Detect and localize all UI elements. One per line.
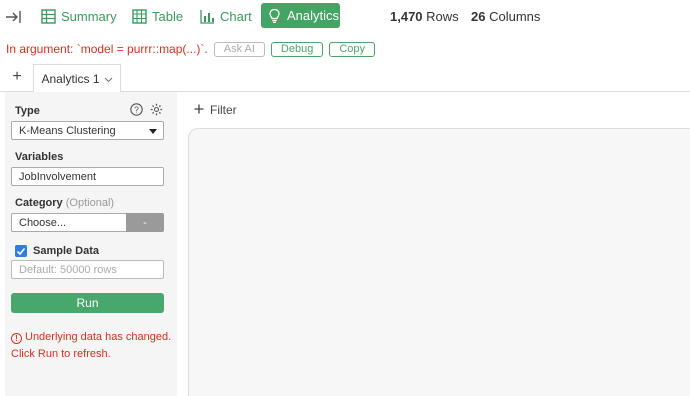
rows-count: 1,470 Rows	[390, 9, 459, 24]
debug-button[interactable]: Debug	[270, 41, 324, 57]
chart-view-button[interactable]: Chart	[193, 4, 258, 28]
result-canvas	[188, 128, 690, 396]
tab-label: Analytics 1	[41, 71, 100, 86]
chart-icon	[199, 8, 215, 24]
sample-size-input[interactable]: Default: 50000 rows	[11, 260, 164, 279]
table-view-button[interactable]: Table	[125, 4, 189, 28]
variables-field[interactable]: JobInvolvement	[11, 167, 164, 186]
analytics-label: Analytics	[287, 8, 340, 23]
svg-text:?: ?	[134, 105, 139, 115]
run-button[interactable]: Run	[11, 293, 164, 313]
plus-icon	[194, 103, 204, 117]
copy-button[interactable]: Copy	[329, 41, 376, 57]
columns-count: 26 Columns	[471, 9, 541, 24]
chevron-down-icon[interactable]	[104, 72, 113, 86]
type-label: Type	[15, 105, 40, 117]
tab-analytics-1[interactable]: Analytics 1	[33, 64, 121, 93]
category-select[interactable]: Choose...	[11, 213, 126, 232]
chart-label: Chart	[220, 8, 252, 24]
top-toolbar: Summary Table Chart Analytics 1,470 Rows…	[0, 0, 690, 34]
table-label: Table	[152, 8, 184, 24]
filter-button[interactable]: Filter	[194, 103, 237, 117]
filter-label: Filter	[210, 103, 237, 117]
lightbulb-icon	[267, 8, 282, 24]
category-minus-button[interactable]: -	[126, 213, 164, 232]
error-message: In argument: `model = purrr::map(...)`.	[6, 42, 208, 56]
sample-data-checkbox[interactable]	[15, 245, 27, 257]
category-label: Category (Optional)	[15, 197, 115, 209]
summary-view-button[interactable]: Summary	[34, 4, 123, 28]
ask-ai-button[interactable]: Ask AI	[213, 41, 265, 57]
variables-label: Variables	[15, 151, 64, 163]
summary-icon	[40, 8, 56, 24]
help-icon[interactable]: ?	[130, 103, 143, 116]
type-select[interactable]: K-Means Clustering	[11, 121, 164, 140]
add-tab-button[interactable]: +	[9, 68, 25, 86]
warning-message: ! Underlying data has changed. Click Run …	[11, 331, 172, 360]
analytics-view-button[interactable]: Analytics	[261, 3, 340, 28]
tab-bar: + Analytics 1	[0, 64, 690, 93]
sample-data-label: Sample Data	[33, 245, 100, 257]
summary-label: Summary	[61, 8, 117, 24]
gear-icon[interactable]	[150, 103, 163, 116]
type-value: K-Means Clustering	[19, 124, 116, 137]
alert-icon: !	[11, 333, 22, 344]
caret-down-icon	[149, 129, 157, 134]
table-icon	[131, 8, 147, 24]
error-bar: In argument: `model = purrr::map(...)`. …	[6, 41, 376, 57]
collapse-right-icon[interactable]	[5, 7, 25, 27]
